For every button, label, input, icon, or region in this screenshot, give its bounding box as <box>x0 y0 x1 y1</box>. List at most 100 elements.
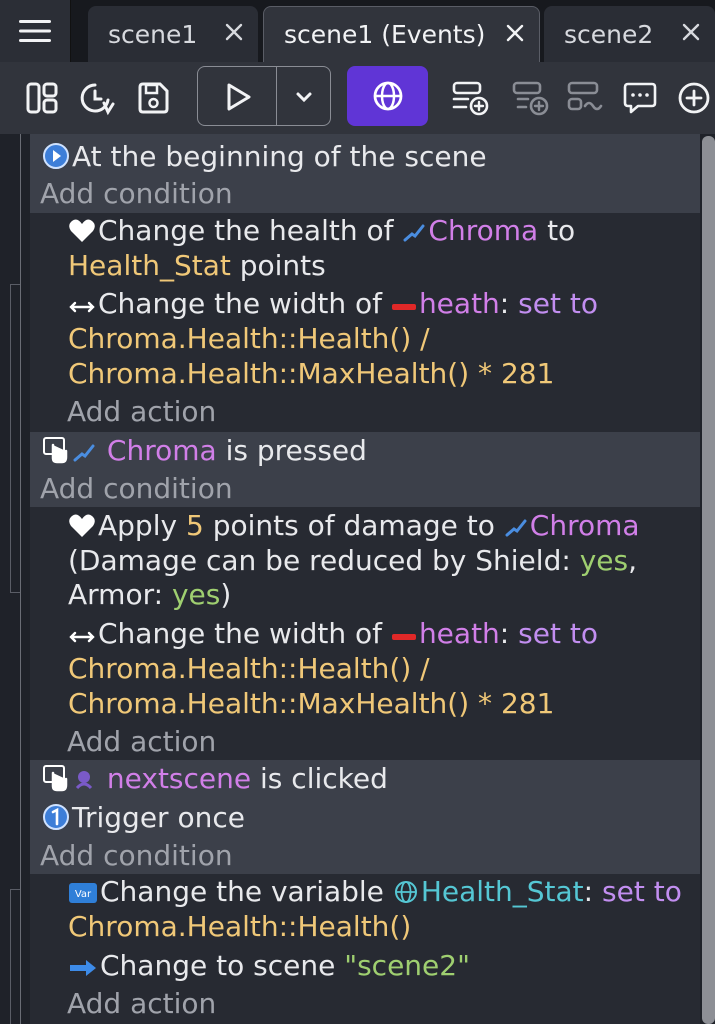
play-icon <box>227 83 251 111</box>
variable-icon: Var <box>69 883 97 903</box>
add-event-button[interactable] <box>450 78 490 118</box>
close-icon[interactable] <box>222 20 246 44</box>
toolbar <box>0 62 715 134</box>
add-action-link[interactable]: Add action <box>67 725 216 759</box>
health-bar-object-icon <box>391 304 416 310</box>
condition-object-pressed[interactable]: Chroma is pressed <box>42 434 367 468</box>
add-more-button[interactable] <box>674 78 714 118</box>
add-event-icon <box>452 81 489 116</box>
trigger-once-icon <box>43 804 69 830</box>
object-name: Chroma <box>106 434 217 467</box>
heart-icon <box>69 514 95 537</box>
preview-options-button[interactable] <box>286 77 322 117</box>
event-gutter[interactable] <box>10 284 11 592</box>
preview-button[interactable] <box>218 77 258 117</box>
damage-value: 5 <box>185 509 204 542</box>
add-action-link[interactable]: Add action <box>67 395 216 429</box>
chroma-object-icon <box>403 224 425 242</box>
nextscene-object-icon <box>75 771 93 790</box>
globe-icon <box>373 81 402 111</box>
boolean-value: yes <box>579 544 629 577</box>
add-action-link[interactable]: Add action <box>67 987 216 1021</box>
heart-icon <box>69 219 95 242</box>
object-name: Chroma <box>428 214 539 247</box>
history-button[interactable] <box>77 78 117 118</box>
project-manager-icon <box>26 82 58 114</box>
expression-line[interactable]: Chroma.Health::MaxHealth() * 281 <box>68 357 554 391</box>
gutter-tick <box>10 284 20 285</box>
touch-icon <box>43 765 68 792</box>
condition-trigger-once[interactable]: Trigger once <box>42 801 245 835</box>
svg-text:Var: Var <box>75 889 92 900</box>
tab-scene1[interactable]: scene1 <box>88 6 258 62</box>
action-change-width[interactable]: Change the width of heath: set to <box>68 617 598 651</box>
resize-arrows-icon <box>69 301 95 313</box>
chevron-down-icon <box>296 92 312 103</box>
history-icon <box>80 83 115 116</box>
scene-name-string: "scene2" <box>344 949 470 982</box>
action-change-width[interactable]: Change the width of heath: set to <box>68 287 598 321</box>
tab-label: scene2 <box>564 19 654 49</box>
tab-scene1-events[interactable]: scene1 (Events) <box>263 6 540 62</box>
expression-line[interactable]: Chroma.Health::MaxHealth() * 281 <box>68 687 554 721</box>
variable-name: Health_Stat <box>420 875 584 908</box>
add-comment-button[interactable] <box>620 78 660 118</box>
action-change-scene[interactable]: Change to scene "scene2" <box>68 949 470 983</box>
condition-scene-start[interactable]: At the beginning of the scene <box>42 140 487 174</box>
object-name: nextscene <box>106 762 252 795</box>
tab-bar: scene1 scene1 (Events) scene2 <box>0 0 715 62</box>
close-icon[interactable] <box>679 20 703 44</box>
expression-line[interactable]: Chroma.Health::Health() <box>68 910 411 944</box>
global-variable-icon <box>394 881 417 903</box>
tab-label: scene1 (Events) <box>284 20 486 49</box>
event-outline <box>20 760 29 1024</box>
hamburger-menu-button[interactable] <box>0 0 71 62</box>
add-condition-link[interactable]: Add condition <box>40 472 233 506</box>
project-manager-button[interactable] <box>22 78 62 118</box>
save-icon <box>138 82 169 114</box>
add-other-icon <box>567 81 603 111</box>
preview-button-group <box>197 66 331 126</box>
event-gutter[interactable] <box>10 889 11 1024</box>
variable-name: Health_Stat <box>68 249 231 282</box>
condition-object-clicked[interactable]: nextscene is clicked <box>42 762 388 796</box>
gutter-tick <box>10 592 20 593</box>
network-preview-button[interactable] <box>347 66 428 126</box>
close-icon[interactable] <box>503 21 527 45</box>
object-name: Chroma <box>529 509 640 542</box>
arrow-right-icon <box>70 960 96 976</box>
expression-line[interactable]: Chroma.Health::Health() / <box>68 322 430 356</box>
boolean-value: yes <box>171 578 221 611</box>
add-other-button[interactable] <box>565 78 605 118</box>
action-change-health[interactable]: Change the health of Chroma to <box>68 214 575 248</box>
action-apply-damage-line3[interactable]: Armor: yes) <box>68 578 231 612</box>
add-condition-link[interactable]: Add condition <box>40 839 233 873</box>
action-apply-damage-line2[interactable]: (Damage can be reduced by Shield: yes, <box>68 544 637 578</box>
add-subevent-button[interactable] <box>510 78 550 118</box>
tab-label: scene1 <box>108 19 198 49</box>
comment-icon <box>623 82 657 114</box>
action-apply-damage[interactable]: Apply 5 points of damage to Chroma <box>68 509 640 543</box>
add-subevent-icon <box>512 81 549 116</box>
touch-icon <box>43 437 68 464</box>
health-bar-object-icon <box>391 634 416 640</box>
gutter-tick <box>10 889 20 890</box>
scene-start-icon <box>43 143 69 169</box>
vertical-scrollbar[interactable] <box>702 136 715 1024</box>
expression-line[interactable]: Chroma.Health::Health() / <box>68 652 430 686</box>
chroma-object-icon <box>73 444 95 462</box>
event-sheet: At the beginning of the scene Add condit… <box>0 134 715 1024</box>
add-circle-icon <box>678 82 710 114</box>
tab-scene2[interactable]: scene2 <box>544 6 715 62</box>
add-condition-link[interactable]: Add condition <box>40 177 233 211</box>
save-button[interactable] <box>133 78 173 118</box>
menu-icon <box>19 20 51 42</box>
resize-arrows-icon <box>69 631 95 643</box>
event-outline <box>20 134 29 432</box>
object-name: heath <box>418 617 500 650</box>
condition-text: At the beginning of the scene <box>72 140 487 173</box>
chroma-object-icon <box>505 519 527 537</box>
action-change-variable[interactable]: Var Change the variable Health_Stat: set… <box>68 875 682 909</box>
event-outline <box>20 432 29 760</box>
action-change-health-line2[interactable]: Health_Stat points <box>68 249 326 283</box>
